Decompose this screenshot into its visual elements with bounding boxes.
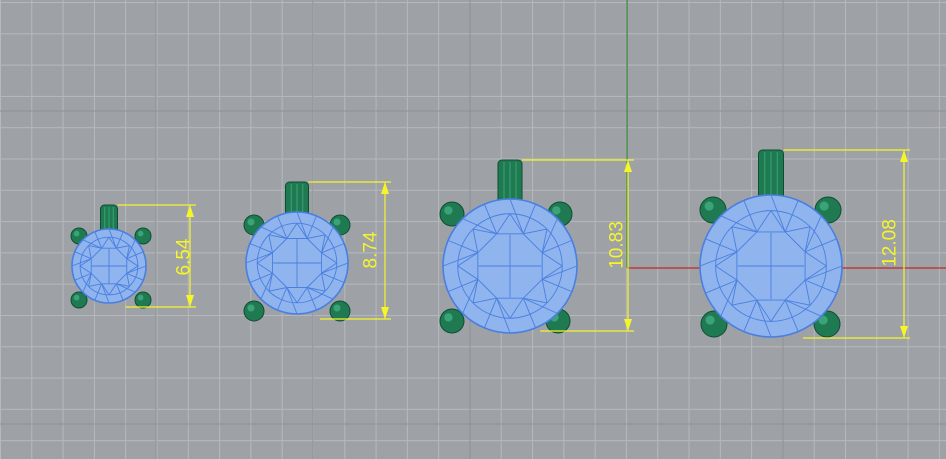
arrowhead bbox=[900, 326, 908, 338]
arrowhead bbox=[381, 307, 389, 319]
prong bbox=[329, 300, 351, 322]
prong bbox=[439, 308, 465, 334]
prong-highlight bbox=[73, 230, 80, 237]
arrowhead bbox=[624, 319, 632, 331]
prong-highlight bbox=[444, 313, 453, 322]
prong-highlight bbox=[704, 201, 714, 211]
prong-highlight bbox=[137, 230, 144, 237]
pendant-3[interactable] bbox=[439, 159, 578, 334]
arrowhead bbox=[186, 295, 194, 307]
prong-highlight bbox=[552, 206, 561, 215]
prong-highlight bbox=[819, 201, 829, 211]
arrowhead bbox=[381, 182, 389, 194]
prong-highlight bbox=[333, 304, 341, 312]
arrowhead bbox=[186, 205, 194, 217]
dimension-label-pendant-4[interactable]: 12.08 bbox=[880, 219, 901, 267]
viewport-scene: 6.54 8.74 10.83 12.08 bbox=[0, 0, 946, 459]
prong bbox=[134, 291, 152, 309]
dimension-label-pendant-1[interactable]: 6.54 bbox=[174, 238, 195, 275]
pendant-1[interactable] bbox=[70, 204, 152, 309]
prong-highlight bbox=[137, 294, 144, 301]
prong-highlight bbox=[73, 294, 80, 301]
prong bbox=[243, 300, 265, 322]
prong-highlight bbox=[247, 304, 255, 312]
dimension-label-pendant-3[interactable]: 10.83 bbox=[607, 221, 628, 269]
rhino-viewport[interactable]: 6.54 8.74 10.83 12.08 bbox=[0, 0, 946, 459]
prong-highlight bbox=[444, 206, 453, 215]
dimension-label-pendant-2[interactable]: 8.74 bbox=[361, 231, 382, 268]
arrowhead bbox=[624, 160, 632, 172]
pendant-4[interactable] bbox=[699, 149, 843, 338]
pendant-2[interactable] bbox=[243, 181, 351, 322]
prong-highlight bbox=[705, 315, 715, 325]
prong-highlight bbox=[333, 218, 341, 226]
arrowhead bbox=[900, 150, 908, 162]
prong-highlight bbox=[247, 218, 255, 226]
